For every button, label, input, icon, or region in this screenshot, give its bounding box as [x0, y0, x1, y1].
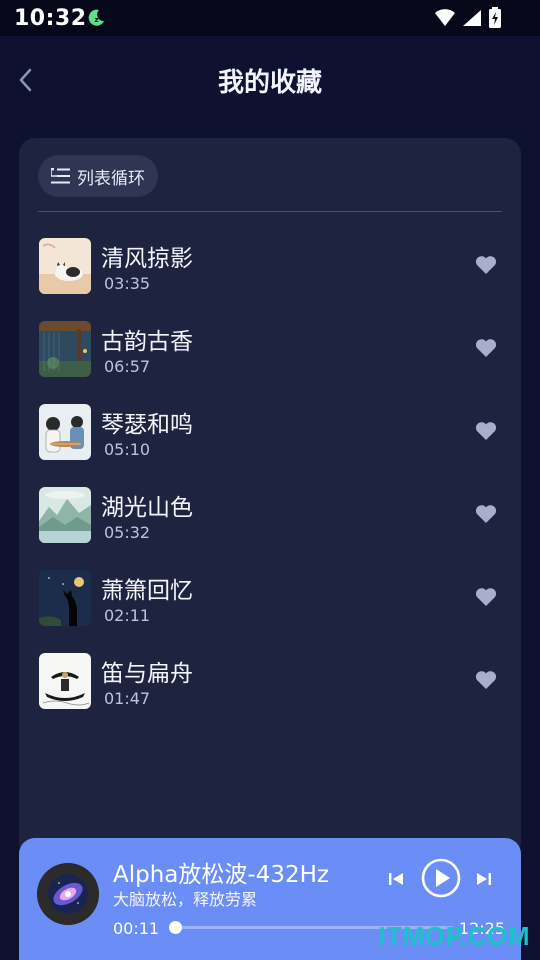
- song-title: 琴瑟和鸣: [101, 412, 193, 438]
- now-playing-subtitle: 大脑放松，释放劳累: [113, 890, 258, 909]
- loop-mode-button[interactable]: 列表循环: [38, 155, 158, 197]
- song-duration: 06:57: [104, 357, 151, 376]
- battery-icon: [489, 7, 501, 28]
- song-title: 古韵古香: [101, 329, 193, 355]
- song-title: 萧箫回忆: [101, 578, 193, 604]
- heart-icon[interactable]: [475, 255, 497, 275]
- song-row[interactable]: 琴瑟和鸣 05:10: [19, 396, 521, 479]
- song-title: 湖光山色: [101, 495, 193, 521]
- svg-text:z: z: [95, 16, 99, 24]
- heart-icon[interactable]: [475, 338, 497, 358]
- song-title: 清风掠影: [101, 246, 193, 272]
- song-thumbnail: [39, 404, 91, 460]
- song-row[interactable]: 萧箫回忆 02:11: [19, 562, 521, 645]
- next-track-icon[interactable]: [475, 869, 493, 889]
- song-row[interactable]: 古韵古香 06:57: [19, 313, 521, 396]
- song-thumbnail: [39, 238, 91, 294]
- song-list: 清风掠影 03:35 古韵古香 06:57 琴瑟和鸣 05:10 湖光山色 05…: [19, 230, 521, 728]
- song-thumbnail: [39, 321, 91, 377]
- song-duration: 01:47: [104, 689, 151, 708]
- song-duration: 03:35: [104, 274, 151, 293]
- page-title: 我的收藏: [217, 68, 322, 98]
- heart-icon[interactable]: [475, 504, 497, 524]
- song-duration: 02:11: [104, 606, 151, 625]
- status-time: 10:32: [14, 6, 87, 31]
- previous-track-icon[interactable]: [387, 869, 405, 889]
- song-thumbnail: [39, 487, 91, 543]
- loop-mode-label: 列表循环: [77, 168, 145, 189]
- song-row[interactable]: 清风掠影 03:35: [19, 230, 521, 313]
- moon-icon: z: [88, 9, 104, 26]
- now-playing-title: Alpha放松波-432Hz: [113, 862, 329, 888]
- song-duration: 05:10: [104, 440, 151, 459]
- favorites-card: 列表循环 清风掠影 03:35 古韵古香 06:57 琴瑟和鸣 05:10 湖光…: [19, 138, 521, 858]
- song-row[interactable]: 笛与扁舟 01:47: [19, 645, 521, 728]
- heart-icon[interactable]: [475, 587, 497, 607]
- watermark: ITMOP.COM: [378, 921, 530, 951]
- play-icon[interactable]: [421, 858, 461, 898]
- song-thumbnail: [39, 570, 91, 626]
- heart-icon[interactable]: [475, 421, 497, 441]
- album-cover[interactable]: [37, 863, 99, 925]
- header: 我的收藏: [0, 44, 540, 116]
- current-time: 00:11: [113, 919, 160, 938]
- song-title: 笛与扁舟: [101, 661, 193, 687]
- signal-icon: [463, 10, 481, 26]
- wifi-icon: [435, 9, 455, 26]
- list-loop-icon: [51, 168, 70, 184]
- status-icons: [434, 7, 502, 29]
- song-duration: 05:32: [104, 523, 151, 542]
- song-row[interactable]: 湖光山色 05:32: [19, 479, 521, 562]
- heart-icon[interactable]: [475, 670, 497, 690]
- status-bar: 10:32 z: [0, 0, 540, 36]
- song-thumbnail: [39, 653, 91, 709]
- divider: [38, 211, 502, 212]
- progress-knob[interactable]: [169, 921, 183, 934]
